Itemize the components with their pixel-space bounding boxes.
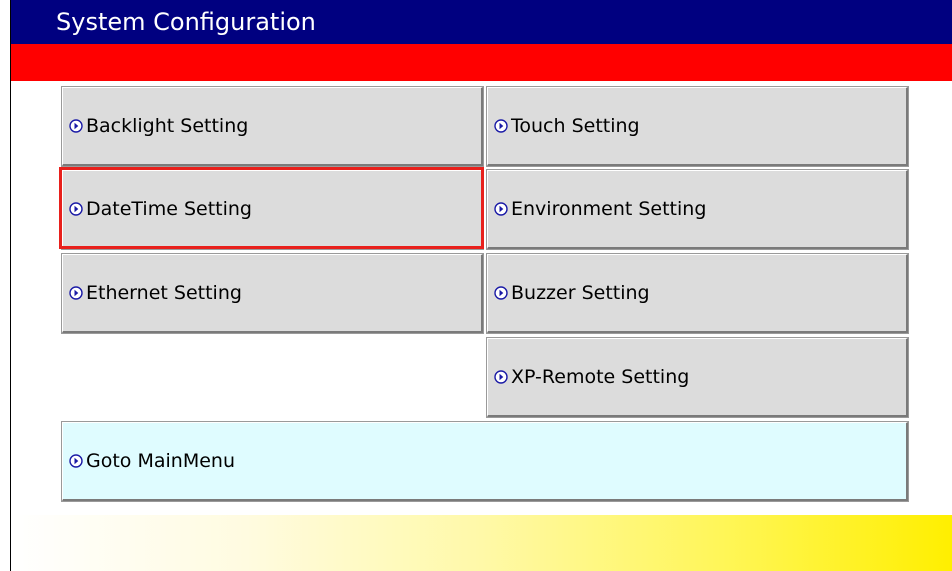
footer-gradient-bar: [11, 515, 952, 571]
circle-arrow-right-icon: [69, 202, 83, 216]
page-title: System Configuration: [56, 8, 316, 36]
circle-arrow-right-icon: [69, 286, 83, 300]
title-bar: System Configuration: [11, 0, 952, 44]
goto-mainmenu-label: Goto MainMenu: [86, 450, 235, 472]
circle-arrow-right-icon: [494, 202, 508, 216]
datetime-setting-button[interactable]: DateTime Setting: [61, 169, 484, 250]
xp-remote-setting-label: XP-Remote Setting: [511, 366, 690, 388]
goto-mainmenu-button[interactable]: Goto MainMenu: [61, 421, 909, 502]
touch-setting-label: Touch Setting: [511, 115, 640, 137]
buzzer-setting-button[interactable]: Buzzer Setting: [486, 253, 909, 334]
xp-remote-setting-button[interactable]: XP-Remote Setting: [486, 337, 909, 418]
circle-arrow-right-icon: [69, 119, 83, 133]
touch-setting-button[interactable]: Touch Setting: [486, 86, 909, 167]
buzzer-setting-label: Buzzer Setting: [511, 282, 650, 304]
system-configuration-screen: System Configuration Backlight Setting T…: [0, 0, 952, 571]
circle-arrow-right-icon: [494, 119, 508, 133]
header-accent-bar: [11, 44, 952, 81]
ethernet-setting-label: Ethernet Setting: [86, 282, 242, 304]
environment-setting-label: Environment Setting: [511, 198, 707, 220]
backlight-setting-button[interactable]: Backlight Setting: [61, 86, 484, 167]
backlight-setting-label: Backlight Setting: [86, 115, 249, 137]
left-border-line: [10, 0, 11, 571]
circle-arrow-right-icon: [494, 286, 508, 300]
environment-setting-button[interactable]: Environment Setting: [486, 169, 909, 250]
circle-arrow-right-icon: [69, 454, 83, 468]
datetime-setting-label: DateTime Setting: [86, 198, 252, 220]
ethernet-setting-button[interactable]: Ethernet Setting: [61, 253, 484, 334]
circle-arrow-right-icon: [494, 370, 508, 384]
